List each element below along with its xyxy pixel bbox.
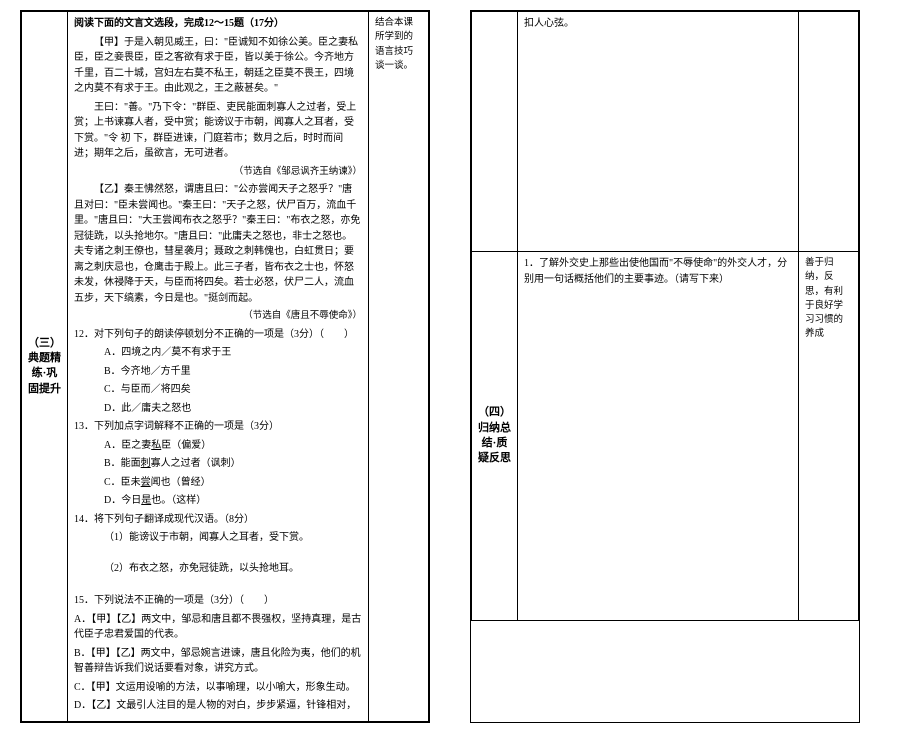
- section-three-label: （三）典题精练·巩固提升: [22, 12, 68, 722]
- question-15: 15．下列说法不正确的一项是（3分）（ ）: [74, 593, 362, 609]
- q12-option-b: B．今齐地／方千里: [84, 364, 362, 380]
- right-notes-cell: 善于归纳，反思，有利于良好学习习惯的养成: [799, 252, 859, 621]
- answer-blank[interactable]: [74, 549, 362, 561]
- reading-header: 阅读下面的文言文选段，完成12～15题（17分）: [74, 18, 284, 29]
- q12-option-d: D．此／庸夫之怒也: [84, 401, 362, 417]
- question-12: 12．对下列句子的朗读停顿划分不正确的一项是（3分）（ ）: [74, 327, 362, 343]
- yi-label: 【乙】: [94, 184, 124, 195]
- continuation-cell: 扣人心弦。: [518, 12, 799, 252]
- top-notes-empty: [799, 12, 859, 252]
- jia-source: （节选自《邹忌讽齐王纳谏》）: [74, 165, 362, 180]
- yi-source: （节选自《唐且不辱使命》）: [74, 309, 362, 324]
- top-left-empty: [472, 12, 518, 252]
- question-13: 13．下列加点字词解释不正确的一项是（3分）: [74, 419, 362, 435]
- q12-option-c: C．与臣而／将四矣: [84, 382, 362, 398]
- q12-option-a: A．四境之内／莫不有求于王: [84, 345, 362, 361]
- jia-label: 【甲】: [94, 37, 124, 48]
- q15-option-b: B．【甲】【乙】两文中，邹忌婉言进谏，唐且化险为夷，他们的机智善辩告诉我们说话要…: [74, 646, 362, 677]
- jia-passage-2: 王曰："善。"乃下令："群臣、吏民能面刺寡人之过者，受上赏；上书谏寡人者，受中赏…: [74, 100, 362, 162]
- main-content-cell: 阅读下面的文言文选段，完成12～15题（17分） 【甲】于是入朝见威王，曰："臣…: [68, 12, 369, 722]
- q13-option-d: D．今日是也。（这样）: [84, 493, 362, 509]
- summary-task-cell: 1．了解外交史上那些出使他国而"不辱使命"的外交人才，分别用一句话概括他们的主要…: [518, 252, 799, 621]
- q13-option-c: C．臣未尝闻也（曾经）: [84, 475, 362, 491]
- q14-sub-1: （1）能谤议于市朝，闻寡人之耳者，受下赏。: [84, 530, 362, 546]
- left-notes-cell: 结合本课所学到的语言技巧谈一谈。: [369, 12, 429, 722]
- q15-option-c: C．【甲】文运用设喻的方法，以事喻理，以小喻大，形象生动。: [74, 680, 362, 696]
- q13-option-b: B．能面刺寡人之过者（讽刺）: [84, 456, 362, 472]
- summary-task: 1．了解外交史上那些出使他国而"不辱使命"的外交人才，分别用一句话概括他们的主要…: [524, 256, 792, 287]
- section-four-label: （四）归纳总结·质疑反思: [472, 252, 518, 621]
- question-14: 14．将下列句子翻译成现代汉语。（8分）: [74, 512, 362, 528]
- yi-passage-1: 秦王怫然怒，谓唐且曰："公亦尝闻天子之怒乎？"唐且对曰："臣未尝闻也。"秦王曰：…: [74, 184, 360, 304]
- q15-option-a: A．【甲】【乙】两文中，邹忌和唐且都不畏强权，坚持真理，是古代臣子忠君爱国的代表…: [74, 612, 362, 643]
- q14-sub-2: （2）布衣之怒，亦免冠徒跣，以头抢地耳。: [84, 561, 362, 577]
- q13-option-a: A．臣之妻私臣（偏爱）: [84, 438, 362, 454]
- q15-option-d: D．【乙】文最引人注目的是人物的对白，步步紧逼，针锋相对，: [74, 698, 362, 714]
- answer-blank[interactable]: [74, 579, 362, 591]
